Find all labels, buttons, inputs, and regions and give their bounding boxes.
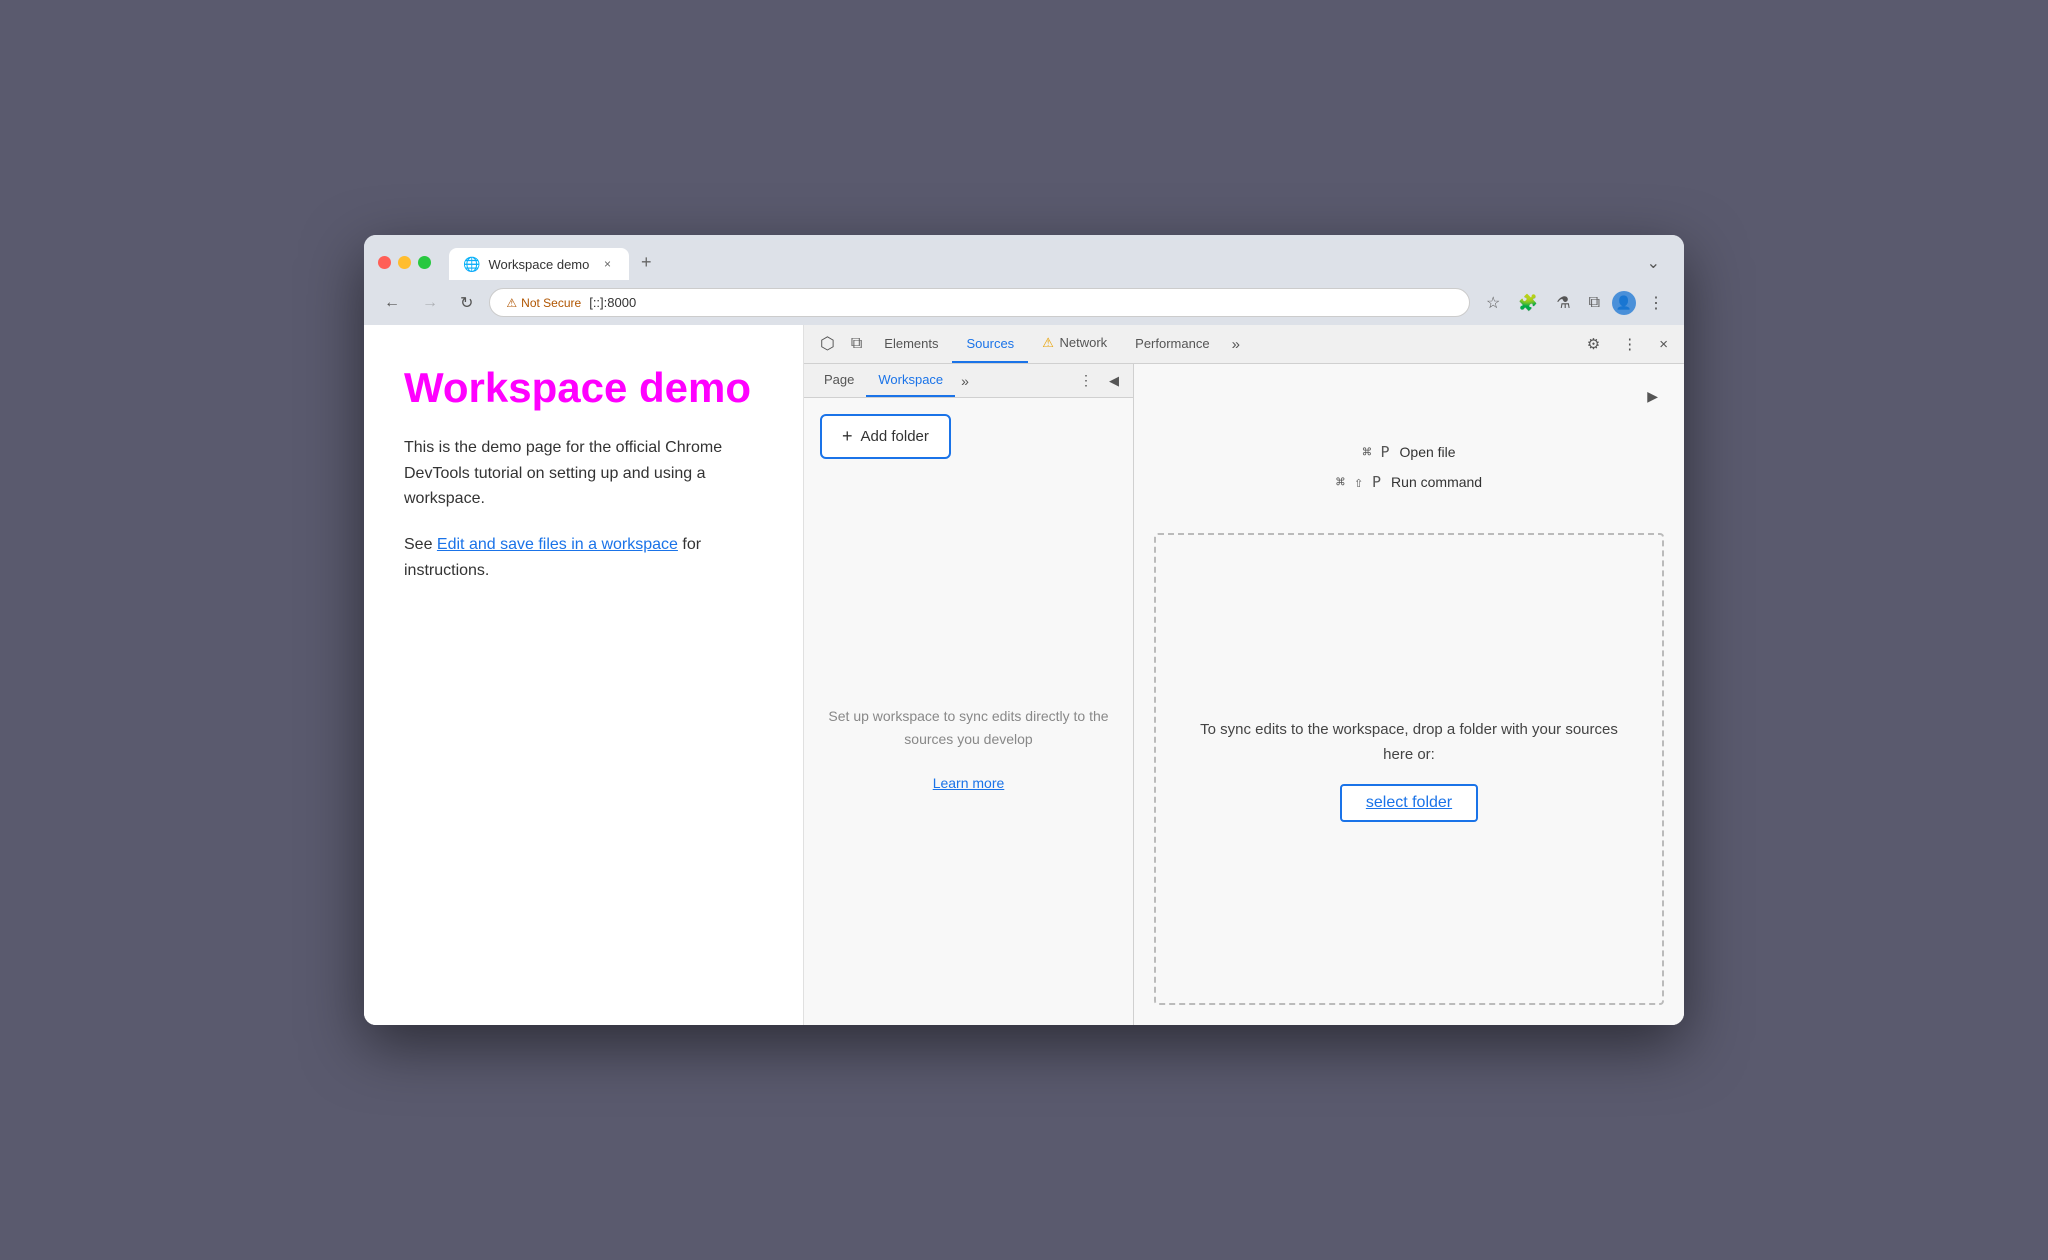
devtools-tab-bar: ⬡ ⧉ Elements Sources ⚠ Network Performan… bbox=[804, 325, 1684, 364]
tab-performance-label: Performance bbox=[1135, 336, 1209, 351]
browser-toolbar: ☆ 🧩 ⚗ ⧉ 👤 ⋮ bbox=[1480, 289, 1670, 317]
shortcut-run-command-action: Run command bbox=[1391, 474, 1482, 490]
url-address: [::]:8000 bbox=[589, 295, 636, 310]
workspace-empty-state: Set up workspace to sync edits directly … bbox=[804, 475, 1133, 1025]
shortcut-run-command: ⌘ ⇧ P Run command bbox=[1336, 473, 1482, 491]
lab-button[interactable]: ⚗ bbox=[1550, 289, 1576, 317]
tab-dropdown-button[interactable]: ⌄ bbox=[1637, 246, 1670, 280]
add-folder-button[interactable]: + Add folder bbox=[820, 414, 951, 459]
close-window-button[interactable] bbox=[378, 256, 391, 269]
forward-button[interactable]: → bbox=[416, 290, 444, 316]
devtools-body: Page Workspace » ⋮ ◀ + bbox=[804, 364, 1684, 1025]
security-label: Not Secure bbox=[521, 296, 581, 310]
warning-icon: ⚠ bbox=[506, 296, 517, 310]
bookmark-button[interactable]: ☆ bbox=[1480, 289, 1506, 317]
devtools-more-options-button[interactable]: ⋮ bbox=[1614, 329, 1645, 359]
tab-bar: 🌐 Workspace demo × + bbox=[449, 245, 1627, 280]
sub-tab-page-label: Page bbox=[824, 372, 854, 387]
tab-performance[interactable]: Performance bbox=[1121, 326, 1223, 363]
tab-sources[interactable]: Sources bbox=[952, 326, 1028, 363]
sub-tab-page[interactable]: Page bbox=[812, 364, 866, 397]
devtools-toolbar-icons: ⚙ ⋮ × bbox=[1579, 329, 1676, 359]
title-bar: 🌐 Workspace demo × + ⌄ bbox=[364, 235, 1684, 280]
menu-button[interactable]: ⋮ bbox=[1642, 289, 1670, 317]
shortcut-run-command-key: ⌘ ⇧ P bbox=[1336, 473, 1381, 491]
drop-zone[interactable]: To sync edits to the workspace, drop a f… bbox=[1154, 533, 1664, 1005]
page-title: Workspace demo bbox=[404, 365, 763, 411]
more-sub-tabs-button[interactable]: » bbox=[955, 369, 975, 393]
page-link-prefix: See bbox=[404, 536, 437, 553]
add-folder-plus-icon: + bbox=[842, 426, 853, 447]
security-indicator: ⚠ Not Secure bbox=[506, 296, 581, 310]
devtools-panel: ⬡ ⧉ Elements Sources ⚠ Network Performan… bbox=[804, 325, 1684, 1025]
workspace-empty-text: Set up workspace to sync edits directly … bbox=[824, 705, 1113, 750]
inspect-element-button[interactable]: ⬡ bbox=[812, 328, 843, 360]
devtools-close-button[interactable]: × bbox=[1651, 330, 1676, 359]
devtools-settings-button[interactable]: ⚙ bbox=[1579, 329, 1608, 359]
drop-zone-text: To sync edits to the workspace, drop a f… bbox=[1186, 717, 1632, 768]
sub-menu-button[interactable]: ⋮ bbox=[1073, 368, 1099, 393]
panel-collapse-right-button[interactable]: ▶ bbox=[1641, 384, 1664, 409]
extensions-button[interactable]: 🧩 bbox=[1512, 289, 1544, 317]
tab-network[interactable]: ⚠ Network bbox=[1028, 325, 1121, 363]
page-content: Workspace demo This is the demo page for… bbox=[364, 325, 804, 1025]
new-tab-button[interactable]: + bbox=[629, 245, 664, 280]
tab-elements-label: Elements bbox=[884, 336, 938, 351]
more-devtools-tabs-button[interactable]: » bbox=[1224, 330, 1248, 359]
page-link-paragraph: See Edit and save files in a workspace f… bbox=[404, 532, 763, 583]
select-folder-button[interactable]: select folder bbox=[1340, 784, 1478, 822]
minimize-window-button[interactable] bbox=[398, 256, 411, 269]
devtools-left-panel: Page Workspace » ⋮ ◀ + bbox=[804, 364, 1134, 1025]
devtools-sub-tab-bar: Page Workspace » ⋮ ◀ bbox=[804, 364, 1133, 398]
tab-elements[interactable]: Elements bbox=[870, 326, 952, 363]
shortcut-open-file: ⌘ P Open file bbox=[1362, 443, 1455, 461]
network-warning-icon: ⚠ bbox=[1042, 335, 1054, 350]
shortcut-open-file-action: Open file bbox=[1400, 444, 1456, 460]
device-toggle-button[interactable]: ⧉ bbox=[843, 329, 870, 359]
profile-icon-symbol: 👤 bbox=[1616, 295, 1632, 311]
devtools-right-panel: ▶ ⌘ P Open file ⌘ ⇧ P Run command bbox=[1134, 364, 1684, 1025]
keyboard-shortcuts: ⌘ P Open file ⌘ ⇧ P Run command bbox=[1154, 443, 1664, 503]
tab-close-button[interactable]: × bbox=[600, 255, 615, 273]
traffic-lights bbox=[378, 256, 431, 269]
tab-title: Workspace demo bbox=[488, 257, 589, 272]
back-button[interactable]: ← bbox=[378, 290, 406, 316]
sub-panel-icons: ⋮ ◀ bbox=[1073, 368, 1125, 393]
maximize-window-button[interactable] bbox=[418, 256, 431, 269]
shortcut-open-file-key: ⌘ P bbox=[1362, 443, 1389, 461]
address-bar: ← → ↻ ⚠ Not Secure [::]:8000 ☆ 🧩 ⚗ ⧉ 👤 ⋮ bbox=[364, 280, 1684, 325]
main-area: Workspace demo This is the demo page for… bbox=[364, 325, 1684, 1025]
split-button[interactable]: ⧉ bbox=[1583, 290, 1606, 316]
tab-favicon: 🌐 bbox=[463, 256, 480, 273]
sub-tab-workspace[interactable]: Workspace bbox=[866, 364, 955, 397]
panel-collapse-left-button[interactable]: ◀ bbox=[1103, 369, 1125, 393]
url-bar[interactable]: ⚠ Not Secure [::]:8000 bbox=[489, 288, 1470, 317]
learn-more-link[interactable]: Learn more bbox=[933, 772, 1005, 794]
reload-button[interactable]: ↻ bbox=[454, 289, 479, 317]
browser-window: 🌐 Workspace demo × + ⌄ ← → ↻ ⚠ Not Secur… bbox=[364, 235, 1684, 1025]
add-folder-label: Add folder bbox=[861, 428, 929, 445]
tab-sources-label: Sources bbox=[966, 336, 1014, 351]
browser-tab-active[interactable]: 🌐 Workspace demo × bbox=[449, 248, 629, 280]
page-description: This is the demo page for the official C… bbox=[404, 435, 763, 512]
tab-network-label: Network bbox=[1059, 335, 1107, 350]
profile-button[interactable]: 👤 bbox=[1612, 291, 1636, 315]
sub-tab-workspace-label: Workspace bbox=[878, 372, 943, 387]
workspace-tutorial-link[interactable]: Edit and save files in a workspace bbox=[437, 536, 678, 553]
